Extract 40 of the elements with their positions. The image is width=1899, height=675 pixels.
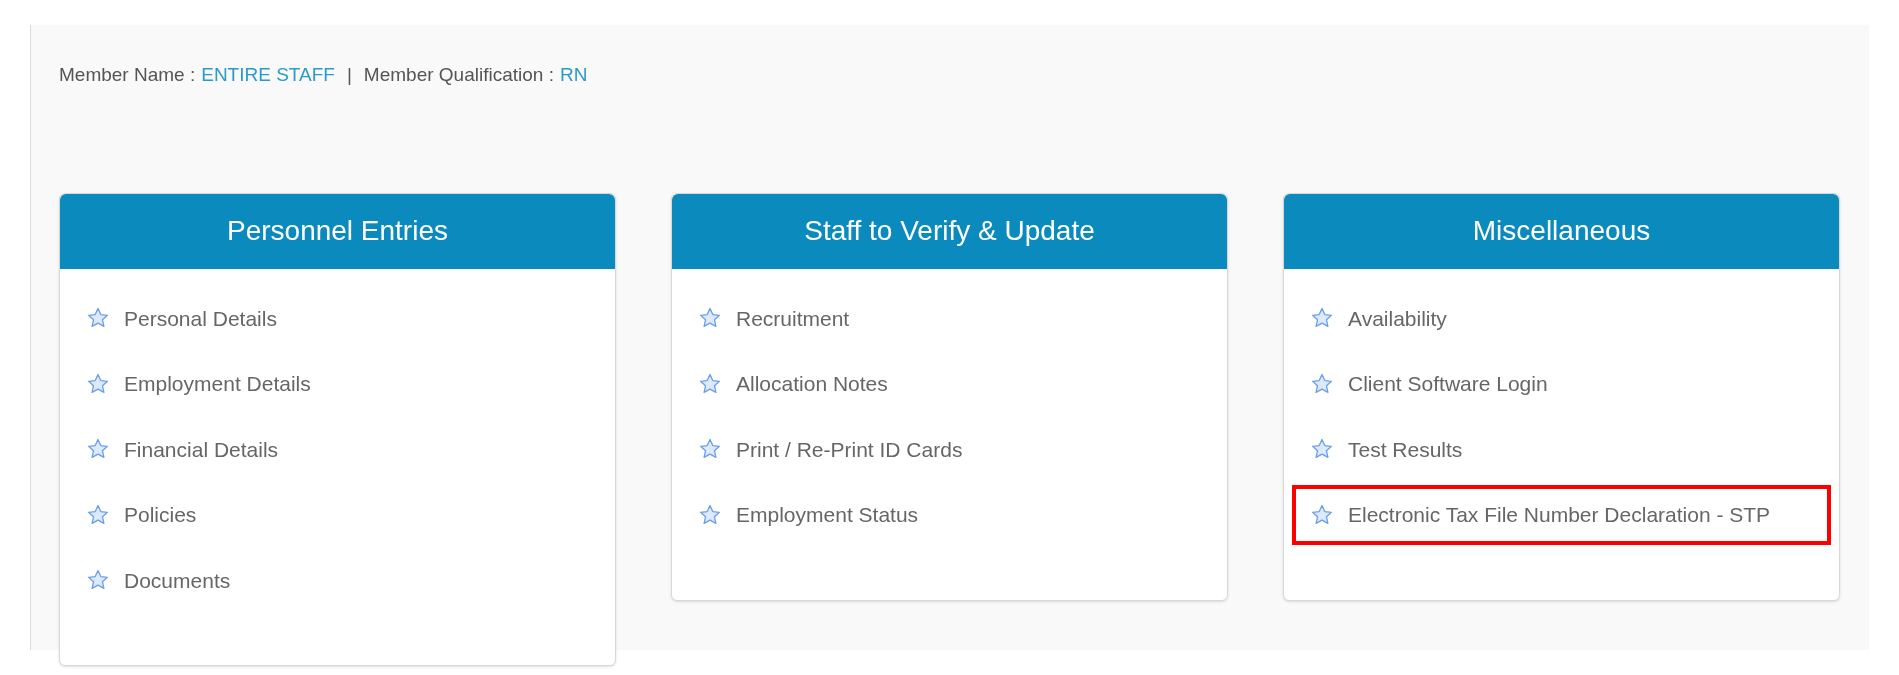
menu-item-label: Documents [124, 567, 231, 594]
menu-item-label: Allocation Notes [736, 371, 888, 397]
menu-item-label: Financial Details [124, 436, 279, 463]
menu-item-label: Electronic Tax File Number Declaration - STP [1348, 502, 1771, 528]
menu-item-label: Print / Re-Print ID Cards [736, 436, 963, 463]
member-name-label: Member Name : [59, 63, 196, 87]
menu-item[interactable]: Documents [68, 550, 607, 610]
menu-item[interactable]: Availability [1292, 288, 1831, 348]
star-icon [1310, 371, 1334, 396]
menu-item[interactable]: Client Software Login [1292, 354, 1831, 414]
menu-item[interactable]: Financial Details [68, 419, 607, 479]
member-qualification-value: RN [559, 63, 588, 87]
star-icon [698, 371, 722, 396]
menu-item[interactable]: Recruitment [680, 288, 1219, 348]
panel-title: Personnel Entries [227, 214, 448, 248]
menu-item-label: Availability [1348, 305, 1447, 332]
menu-item[interactable]: Personal Details [68, 288, 607, 348]
menu-item[interactable]: Allocation Notes [680, 354, 1219, 414]
member-qualification-label: Member Qualification : [363, 63, 554, 87]
menu-item[interactable]: Employment Details [68, 354, 607, 414]
star-icon [86, 371, 110, 396]
menu-item[interactable]: Policies [68, 485, 607, 545]
member-name-value: ENTIRE STAFF [201, 63, 335, 87]
separator: | [345, 63, 353, 87]
menu-item-label: Employment Details [124, 371, 311, 397]
panel-title: Miscellaneous [1472, 214, 1651, 248]
star-icon [698, 502, 722, 527]
menu-item-label: Personal Details [124, 305, 277, 332]
menu-item-label: Test Results [1348, 436, 1463, 463]
menu-item[interactable]: Print / Re-Print ID Cards [680, 419, 1219, 479]
menu-item[interactable]: Employment Status [680, 485, 1219, 545]
menu-item-label: Policies [124, 502, 197, 528]
star-icon [1310, 502, 1334, 527]
menu-item[interactable]: Test Results [1292, 419, 1831, 479]
menu-item[interactable]: Electronic Tax File Number Declaration - STP [1292, 485, 1831, 545]
menu-item-label: Recruitment [736, 305, 850, 332]
menu-item-label: Employment Status [736, 502, 919, 528]
panel-title: Staff to Verify & Update [804, 214, 1095, 248]
star-icon [86, 502, 110, 527]
menu-item-label: Client Software Login [1348, 371, 1548, 397]
